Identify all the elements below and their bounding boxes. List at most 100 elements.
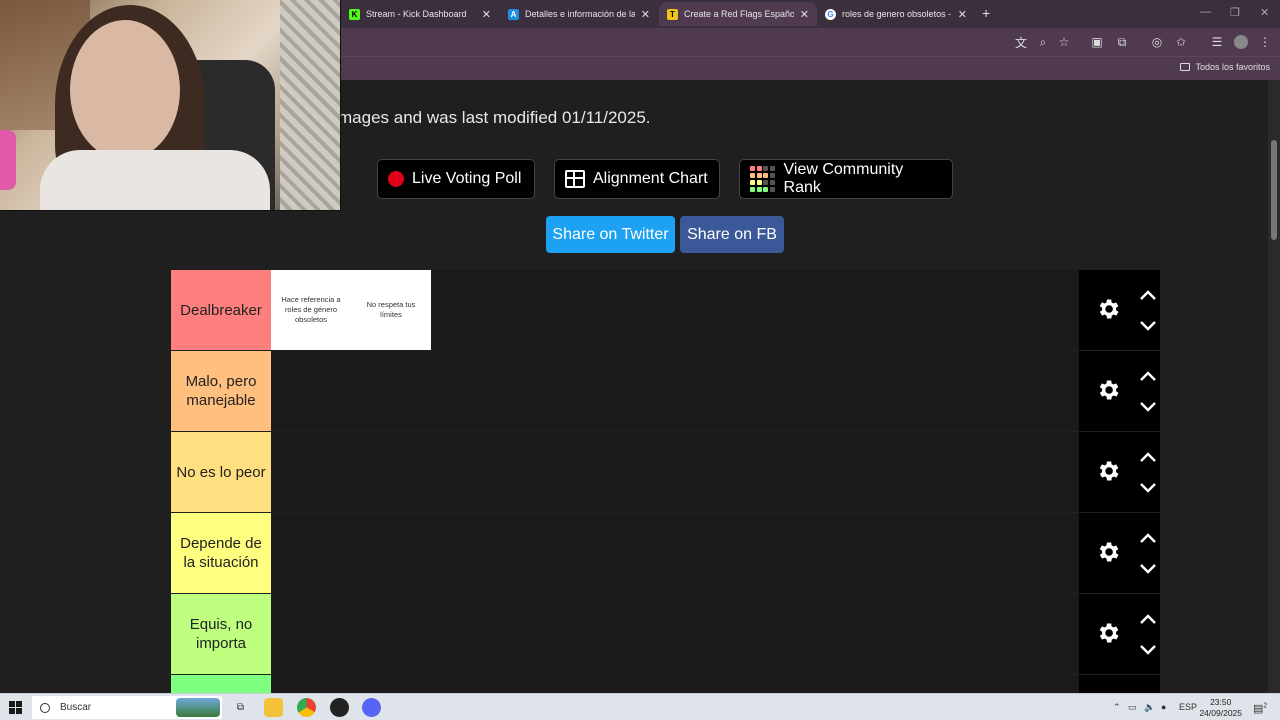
- clock-date: 24/09/2025: [1199, 708, 1242, 718]
- extensions-icon[interactable]: ⧉: [1115, 35, 1129, 49]
- minimize-icon[interactable]: —: [1200, 6, 1211, 18]
- all-bookmarks-folder[interactable]: Todos los favoritos: [1180, 62, 1270, 72]
- chevron-down-icon[interactable]: [1139, 319, 1157, 331]
- record-dot-icon: [388, 171, 404, 187]
- close-window-icon[interactable]: ✕: [1260, 6, 1269, 19]
- chevron-down-icon[interactable]: [1139, 400, 1157, 412]
- windows-start-icon[interactable]: [9, 701, 22, 714]
- tier-items-dropzone[interactable]: [271, 594, 1079, 674]
- profile-avatar[interactable]: [1234, 35, 1248, 49]
- tier-controls: [1079, 594, 1160, 674]
- favorites-icon[interactable]: ✩: [1174, 35, 1188, 49]
- alignment-chart-button[interactable]: Alignment Chart: [554, 159, 720, 199]
- tier-items-dropzone[interactable]: [271, 675, 1079, 693]
- bookmark-star-icon[interactable]: ☆: [1057, 35, 1071, 49]
- gear-icon[interactable]: [1095, 539, 1121, 565]
- tab-event-details[interactable]: A Detalles e información de la ev ✕: [500, 2, 658, 26]
- tier-label[interactable]: Depende de la situación: [171, 513, 271, 593]
- close-tab-icon[interactable]: ✕: [641, 8, 650, 21]
- tray-chevron-up-icon[interactable]: ⌃: [1113, 702, 1121, 713]
- widgets-icon[interactable]: [176, 698, 220, 717]
- live-voting-poll-button[interactable]: Live Voting Poll: [377, 159, 535, 199]
- chevron-up-icon[interactable]: [1139, 612, 1157, 624]
- restore-icon[interactable]: ❐: [1230, 6, 1240, 19]
- tier-grid-icon: [750, 166, 776, 192]
- tiermaker-favicon-icon: T: [667, 8, 678, 20]
- share-twitter-button[interactable]: Share on Twitter: [546, 216, 675, 253]
- webcam-overlay: [0, 0, 341, 211]
- view-community-rank-button[interactable]: View Community Rank: [739, 159, 953, 199]
- chevron-down-icon[interactable]: [1139, 643, 1157, 655]
- network-icon[interactable]: ▭: [1128, 702, 1137, 713]
- tab-title: Stream - Kick Dashboard: [366, 9, 467, 19]
- grid-icon: [565, 170, 585, 188]
- reading-list-icon[interactable]: ☰: [1210, 35, 1224, 49]
- cast-icon[interactable]: ◎: [1150, 35, 1164, 49]
- last-modified-text: mages and was last modified 01/11/2025.: [338, 108, 651, 127]
- zoom-icon[interactable]: ⌕: [1036, 35, 1050, 49]
- windows-taskbar: Buscar ⧉ ⌃ ▭ 🔈 ● ESP 23:50 24/09/2025 ▤2: [0, 693, 1280, 720]
- tier-item-card[interactable]: Hace referencia a roles de género obsole…: [271, 270, 351, 350]
- share-fb-button[interactable]: Share on FB: [680, 216, 784, 253]
- task-view-icon[interactable]: ⧉: [231, 698, 250, 717]
- tier-label[interactable]: No es lo peor: [171, 432, 271, 512]
- tier-items-dropzone[interactable]: Hace referencia a roles de género obsole…: [271, 270, 1079, 350]
- chevron-down-icon[interactable]: [1139, 481, 1157, 493]
- tier-items-dropzone[interactable]: [271, 513, 1079, 593]
- search-icon: [40, 702, 50, 713]
- tier-controls: [1079, 513, 1160, 593]
- tier-label[interactable]: Equis, no importa: [171, 594, 271, 674]
- extension-counter-icon[interactable]: ▣: [1090, 35, 1104, 49]
- tier-controls: [1079, 351, 1160, 431]
- volume-icon[interactable]: 🔈: [1144, 702, 1155, 713]
- close-tab-icon[interactable]: ✕: [958, 8, 967, 21]
- button-label: Live Voting Poll: [412, 170, 522, 187]
- tier-row: No es lo peor: [170, 432, 1160, 512]
- gear-icon[interactable]: [1095, 620, 1121, 646]
- search-placeholder: Buscar: [60, 702, 92, 713]
- system-clock[interactable]: 23:50 24/09/2025: [1199, 697, 1242, 719]
- page-scrollbar[interactable]: [1268, 80, 1280, 693]
- tier-list: Dealbreaker Hace referencia a roles de gé…: [170, 270, 1160, 693]
- tier-label[interactable]: [171, 675, 271, 693]
- folder-label: Todos los favoritos: [1195, 62, 1270, 72]
- clock-time: 23:50: [1210, 697, 1232, 707]
- discord-icon[interactable]: [362, 698, 381, 717]
- gear-icon[interactable]: [1095, 377, 1121, 403]
- tab-title: roles de genero obsoletos - Bu: [842, 9, 952, 19]
- gear-icon[interactable]: [1095, 296, 1121, 322]
- close-tab-icon[interactable]: ✕: [800, 8, 809, 21]
- chevron-up-icon[interactable]: [1139, 288, 1157, 300]
- translate-icon[interactable]: 文: [1014, 35, 1028, 50]
- menu-icon[interactable]: ⋮: [1258, 35, 1272, 49]
- tab-tier-list[interactable]: T Create a Red Flags Español Tier ✕: [659, 2, 817, 26]
- microphone-icon[interactable]: ●: [1161, 702, 1166, 712]
- scroll-thumb[interactable]: [1271, 140, 1277, 240]
- chevron-up-icon[interactable]: [1139, 450, 1157, 462]
- notifications-icon[interactable]: ▤2: [1253, 702, 1267, 715]
- chevron-up-icon[interactable]: [1139, 531, 1157, 543]
- folder-icon: [1180, 63, 1191, 71]
- kick-favicon-icon: K: [349, 8, 360, 20]
- tier-label[interactable]: Dealbreaker: [171, 270, 271, 350]
- tier-label[interactable]: Malo, pero manejable: [171, 351, 271, 431]
- obs-icon[interactable]: [330, 698, 349, 717]
- chevron-up-icon[interactable]: [1139, 369, 1157, 381]
- tier-item-card[interactable]: No respeta tus límites: [351, 270, 431, 350]
- language-indicator[interactable]: ESP: [1179, 702, 1197, 712]
- new-tab-button[interactable]: +: [982, 5, 990, 21]
- tier-row: Dealbreaker Hace referencia a roles de gé…: [170, 270, 1160, 350]
- tab-kick-dashboard[interactable]: K Stream - Kick Dashboard ✕: [341, 2, 499, 26]
- tier-items-dropzone[interactable]: [271, 432, 1079, 512]
- chevron-down-icon[interactable]: [1139, 562, 1157, 574]
- tier-row: [170, 675, 1160, 693]
- google-favicon-icon: G: [825, 8, 836, 20]
- tier-items-dropzone[interactable]: [271, 351, 1079, 431]
- tab-search-roles[interactable]: G roles de genero obsoletos - Bu ✕: [817, 2, 975, 26]
- tier-row: Equis, no importa: [170, 594, 1160, 674]
- chrome-icon[interactable]: [297, 698, 316, 717]
- close-tab-icon[interactable]: ✕: [482, 8, 491, 21]
- file-explorer-icon[interactable]: [264, 698, 283, 717]
- gear-icon[interactable]: [1095, 458, 1121, 484]
- event-favicon-icon: A: [508, 8, 519, 20]
